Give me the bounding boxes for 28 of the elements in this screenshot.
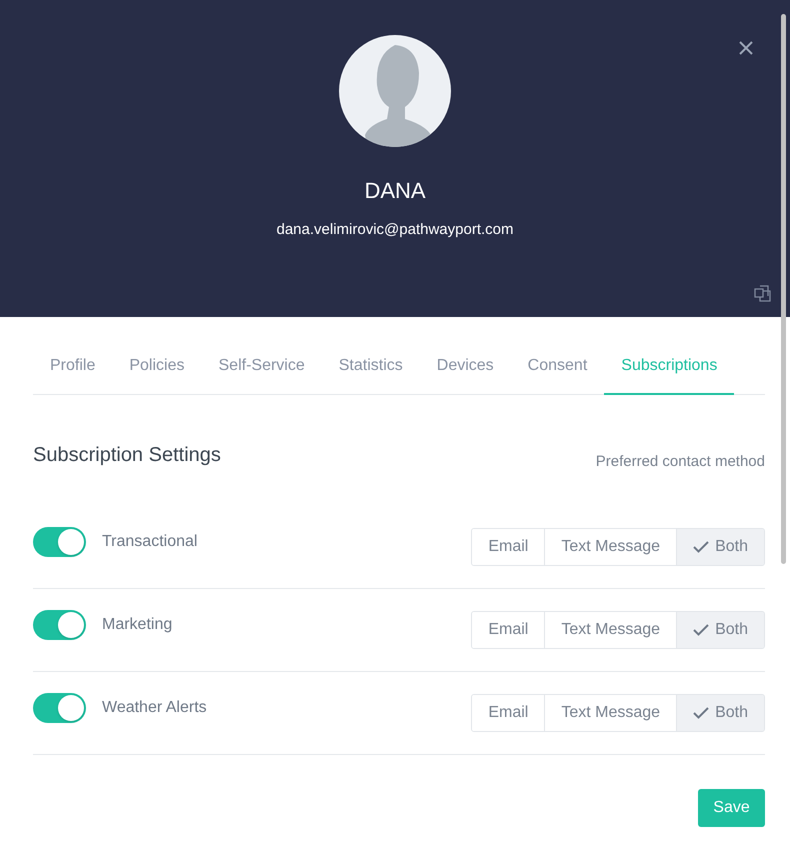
tab[interactable]: Self-Service — [202, 352, 322, 395]
user-name: DANA — [364, 177, 426, 205]
tab[interactable]: Policies — [112, 352, 202, 395]
tab[interactable]: Subscriptions — [604, 352, 734, 395]
subscription-name: Weather Alerts — [102, 698, 207, 718]
close-icon[interactable] — [738, 40, 754, 56]
subscription-name: Marketing — [102, 614, 172, 634]
section-title: Subscription Settings — [33, 443, 221, 468]
method-label: Preferred contact method — [596, 452, 765, 472]
toggle-switch[interactable] — [33, 526, 86, 556]
check-icon — [693, 540, 710, 552]
avatar-icon — [339, 35, 451, 147]
save-button[interactable]: Save — [698, 788, 765, 826]
tab[interactable]: Profile — [33, 352, 112, 395]
contact-option[interactable]: Both — [676, 528, 764, 564]
copy-icon[interactable] — [754, 285, 771, 302]
toggle-switch[interactable] — [33, 692, 86, 722]
check-icon — [693, 706, 710, 718]
subscription-name: Transactional — [102, 532, 198, 552]
tab[interactable]: Consent — [510, 352, 604, 395]
tab[interactable]: Statistics — [322, 352, 420, 395]
check-icon — [693, 624, 710, 636]
contact-option[interactable]: Both — [676, 694, 764, 730]
contact-option[interactable]: Both — [676, 612, 764, 648]
toggle-switch[interactable] — [33, 610, 86, 640]
tab[interactable]: Devices — [420, 352, 511, 395]
user-email: dana.velimirovic@pathwayport.com — [276, 220, 514, 240]
scrollbar[interactable] — [781, 14, 786, 564]
